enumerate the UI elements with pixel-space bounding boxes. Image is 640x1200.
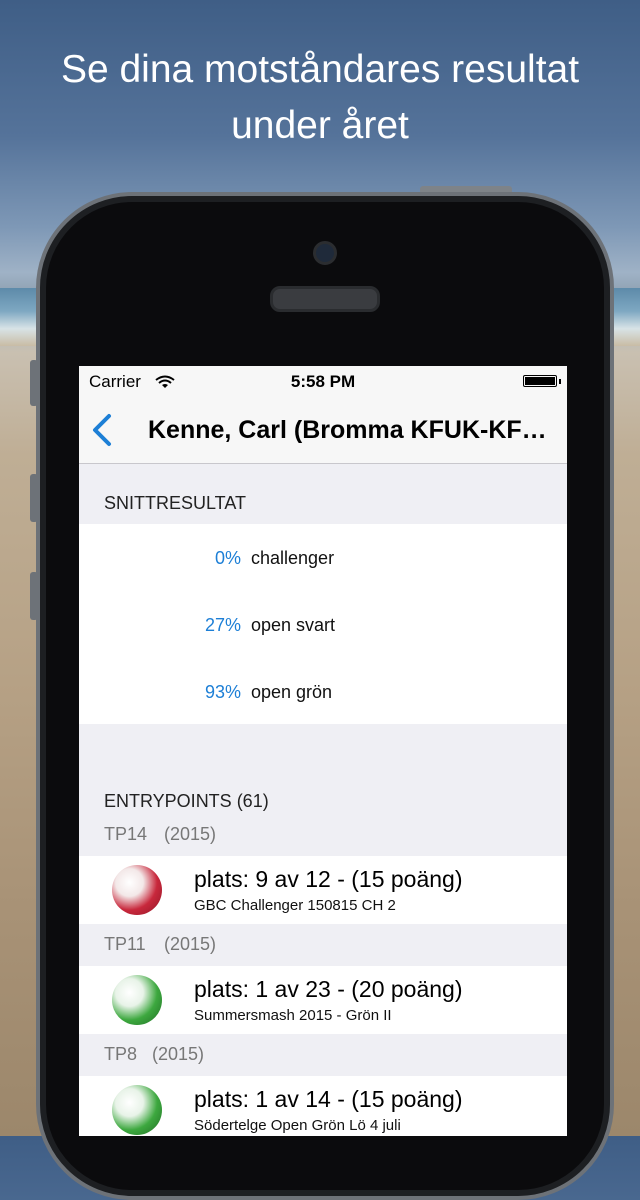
snittresultat-header: SNITTRESULTAT	[79, 464, 567, 524]
entry-row[interactable]: plats: 9 av 12 - (15 poäng) GBC Challeng…	[79, 856, 567, 924]
snittresultat-header-label: SNITTRESULTAT	[104, 493, 247, 513]
stat-label: open svart	[251, 615, 336, 635]
stat-row: 27% open svart	[79, 591, 567, 658]
stat-percent: 93%	[204, 682, 241, 702]
entry-row[interactable]: plats: 1 av 14 - (15 poäng) Södertelge O…	[79, 1076, 567, 1136]
chevron-left-icon	[93, 414, 111, 446]
tp-year: (2015)	[152, 1044, 205, 1064]
entry-event: Summersmash 2015 - Grön II	[194, 1007, 392, 1024]
green-volleyball-icon	[112, 975, 162, 1025]
back-button[interactable]	[89, 412, 117, 448]
tp-group-header: TP14 (2015)	[79, 814, 567, 856]
marketing-headline: Se dina motståndares resultat under året	[0, 42, 640, 154]
entry-event: GBC Challenger 150815 CH 2	[194, 897, 396, 914]
headline-line-1: Se dina motståndares resultat	[60, 48, 580, 91]
stat-percent: 0%	[214, 548, 241, 568]
entry-row[interactable]: plats: 1 av 23 - (20 poäng) Summersmash …	[79, 966, 567, 1034]
tp-label: TP11	[104, 934, 146, 954]
red-volleyball-icon	[112, 865, 162, 915]
tp-year: (2015)	[164, 824, 217, 844]
phone-camera	[313, 241, 337, 265]
stat-row: 0% challenger	[79, 524, 567, 591]
entry-result: plats: 9 av 12 - (15 poäng)	[194, 866, 463, 892]
tp-group-header: TP11 (2015)	[79, 924, 567, 966]
navigation-bar: Kenne, Carl (Bromma KFUK-KFUM)	[79, 398, 567, 464]
headline-line-2: under året	[231, 104, 409, 147]
tp-year: (2015)	[164, 934, 217, 954]
stat-label: challenger	[251, 548, 335, 568]
stat-row: 93% open grön	[79, 658, 567, 725]
stat-percent: 27%	[204, 615, 241, 635]
app-screen: Carrier 5:58 PM Kenne, Carl (Bromma KFUK…	[79, 366, 567, 1136]
entrypoints-header: ENTRYPOINTS (61)	[79, 754, 567, 814]
entry-event: Södertelge Open Grön Lö 4 juli	[194, 1117, 401, 1134]
green-volleyball-icon	[112, 1085, 162, 1135]
battery-icon	[523, 375, 557, 387]
battery-tip	[559, 379, 561, 384]
entry-result: plats: 1 av 23 - (20 poäng)	[194, 976, 463, 1002]
page-title: Kenne, Carl (Bromma KFUK-KFUM)	[148, 416, 553, 444]
tp-label: TP8	[104, 1044, 138, 1064]
snittresultat-list: 0% challenger 27% open svart 93% open gr…	[79, 524, 567, 724]
status-bar: Carrier 5:58 PM	[79, 366, 567, 398]
entrypoints-header-label: ENTRYPOINTS (61)	[104, 791, 269, 811]
tp-group-header: TP8 (2015)	[79, 1034, 567, 1076]
tp-label: TP14	[104, 824, 148, 844]
entry-result: plats: 1 av 14 - (15 poäng)	[194, 1086, 463, 1112]
status-time: 5:58 PM	[290, 372, 356, 391]
phone-speaker	[270, 286, 380, 312]
stat-label: open grön	[251, 682, 333, 702]
